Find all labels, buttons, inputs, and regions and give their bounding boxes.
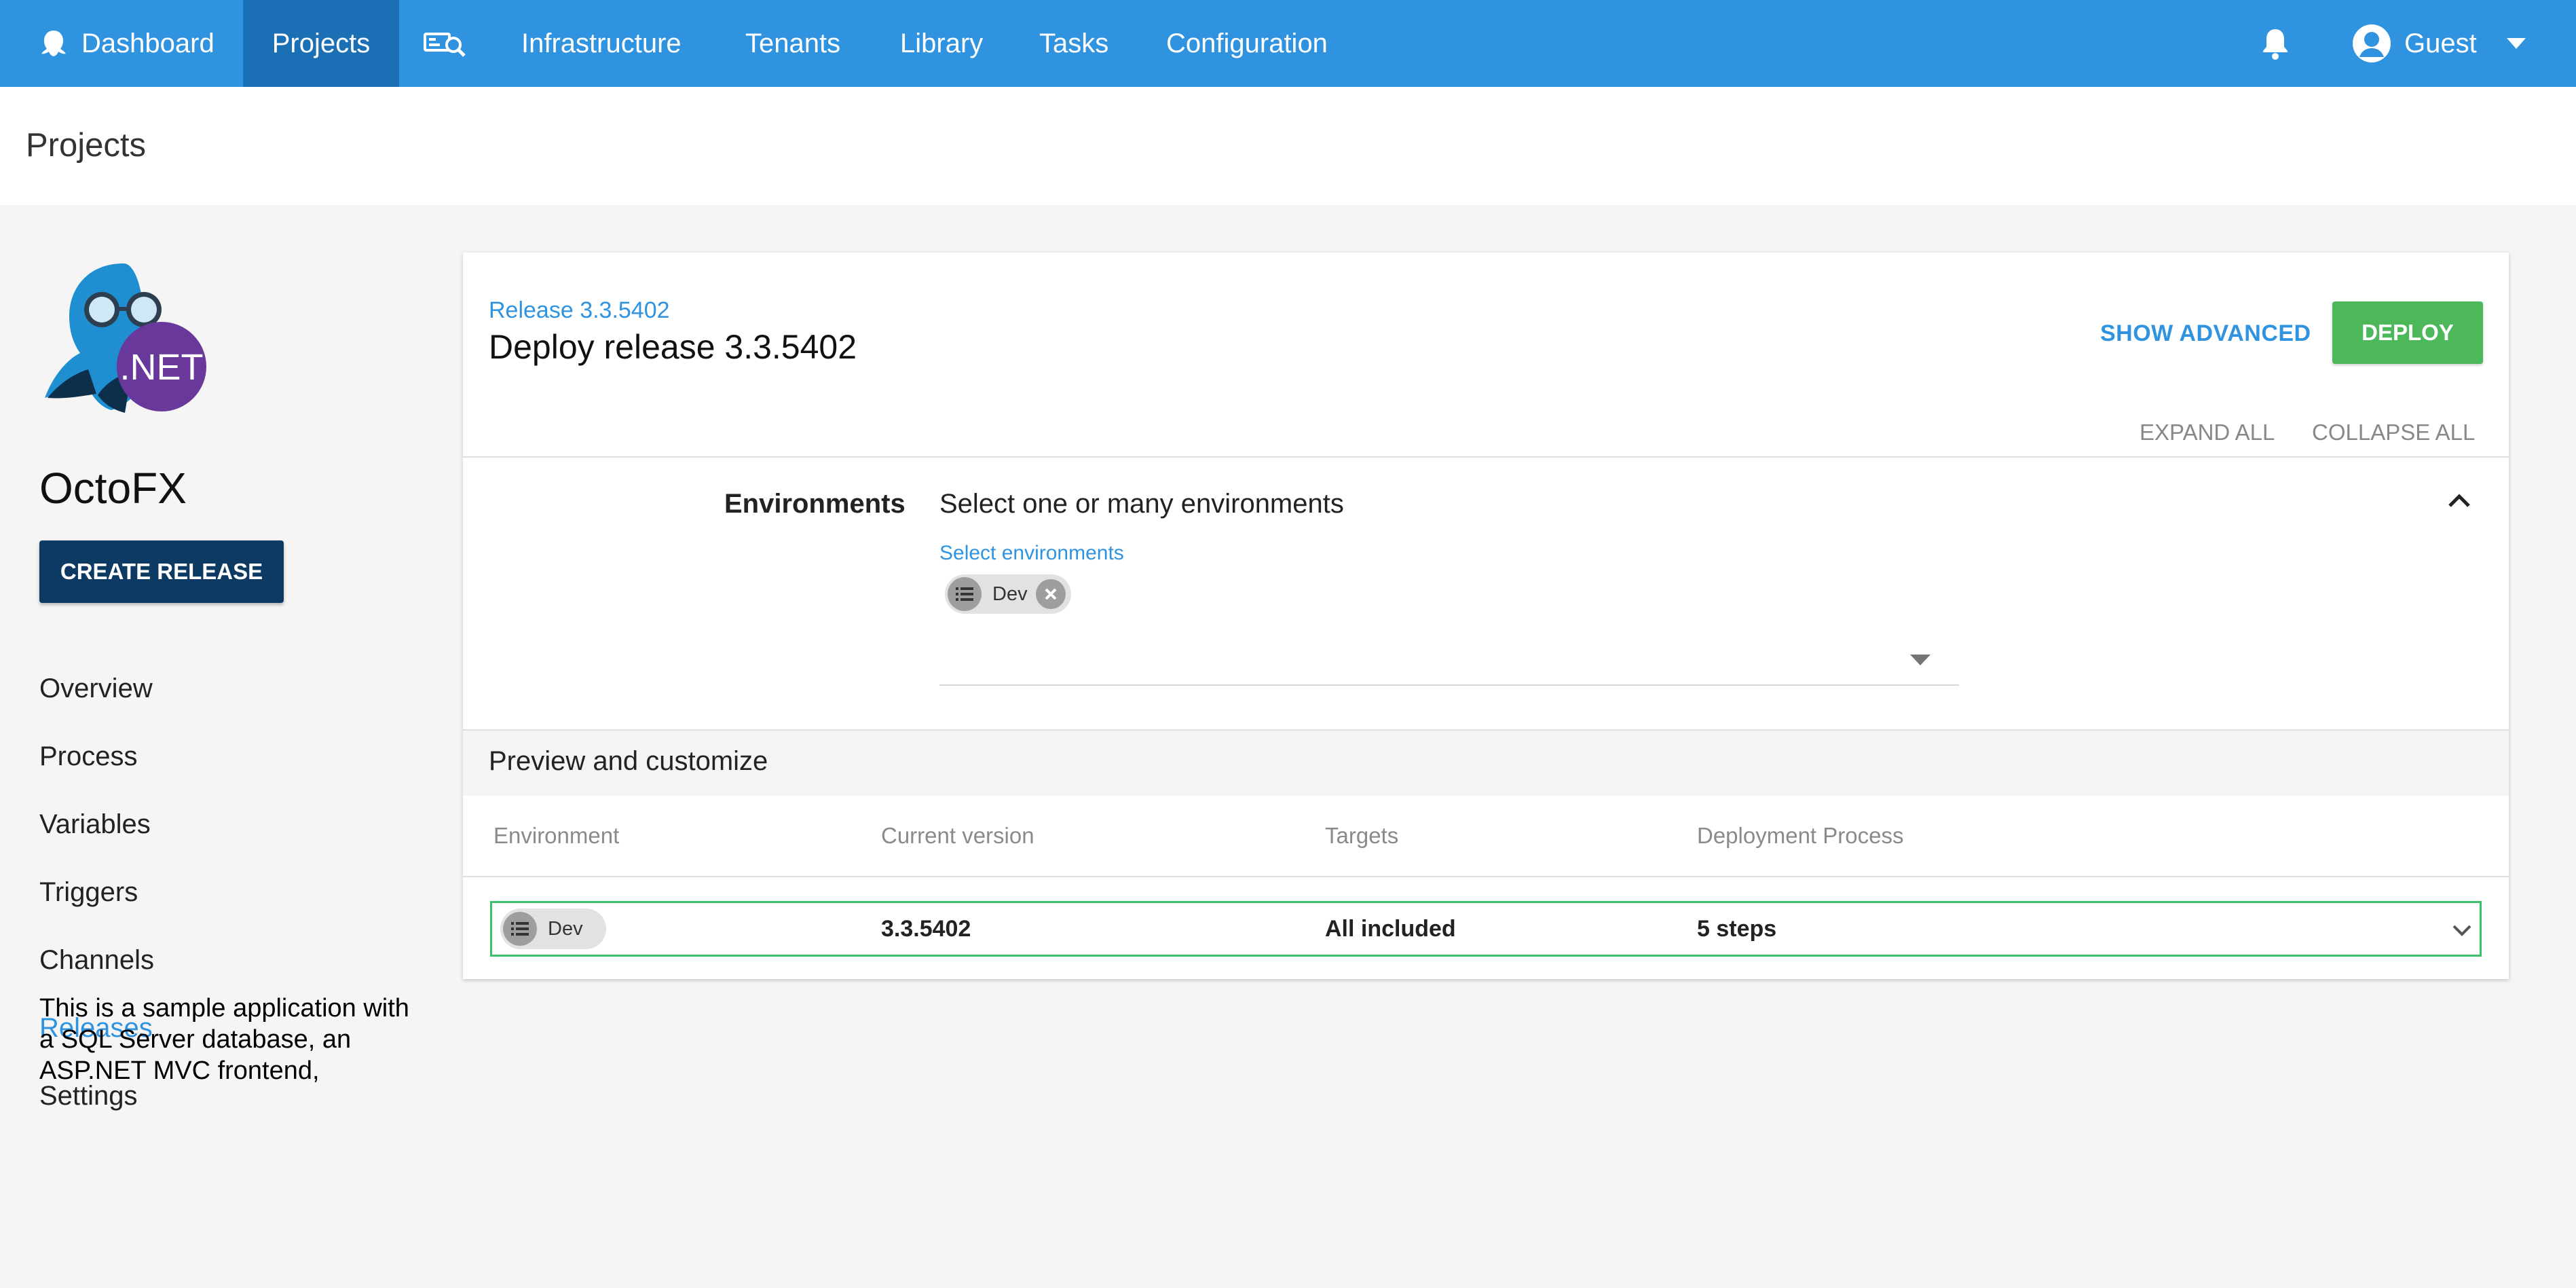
top-navigation: Dashboard Projects Infrastructure Tenant…	[0, 0, 2576, 87]
environment-icon	[948, 577, 982, 611]
environments-prompt: Select one or many environments	[939, 489, 1344, 519]
environment-chip-label: Dev	[992, 583, 1028, 605]
remove-chip-icon[interactable]	[1035, 579, 1066, 609]
row-targets: All included	[1325, 916, 1456, 942]
column-header-environment: Environment	[493, 823, 620, 848]
project-description: This is a sample application with a SQL …	[39, 994, 409, 1085]
nav-infrastructure-label: Infrastructure	[521, 28, 682, 58]
avatar	[2351, 23, 2392, 64]
show-advanced-button[interactable]: SHOW ADVANCED	[2100, 320, 2311, 347]
column-header-targets: Targets	[1325, 823, 1399, 848]
row-deployment-process: 5 steps	[1697, 916, 1777, 942]
octopus-icon	[38, 28, 69, 59]
nav-infrastructure[interactable]: Infrastructure	[521, 0, 682, 87]
user-menu[interactable]: Guest	[2351, 0, 2526, 87]
environment-chip-dev[interactable]: Dev	[945, 574, 1071, 614]
nav-projects[interactable]: Projects	[243, 0, 399, 87]
preview-section-header	[463, 729, 2509, 796]
nav-search[interactable]	[424, 0, 467, 87]
table-row[interactable]	[490, 901, 2482, 957]
nav-configuration[interactable]: Configuration	[1166, 0, 1328, 87]
page-header: Projects	[0, 87, 2576, 205]
expand-all-button[interactable]: EXPAND ALL	[2140, 420, 2275, 445]
search-icon	[424, 30, 467, 57]
user-name: Guest	[2404, 28, 2477, 58]
deploy-release-card: Release 3.3.5402 Deploy release 3.3.5402…	[463, 253, 2509, 979]
environments-select-input[interactable]	[939, 684, 1959, 686]
row-environment-label: Dev	[548, 917, 583, 940]
project-name: OctoFX	[39, 464, 187, 513]
preview-title: Preview and customize	[489, 746, 768, 776]
collapse-all-button[interactable]: COLLAPSE ALL	[2312, 420, 2475, 445]
sidebar-item-variables[interactable]: Variables	[39, 809, 151, 840]
chevron-up-icon[interactable]	[2448, 493, 2471, 511]
dropdown-arrow-icon[interactable]	[1910, 655, 1930, 669]
nav-library[interactable]: Library	[900, 0, 983, 87]
sidebar-item-process[interactable]: Process	[39, 741, 138, 772]
logo-dotnet-text: .NET	[119, 347, 204, 388]
notifications-button[interactable]	[2260, 0, 2290, 87]
nav-tenants-label: Tenants	[745, 28, 841, 58]
create-release-button[interactable]: CREATE RELEASE	[39, 540, 284, 603]
sidebar-item-channels[interactable]: Channels	[39, 945, 154, 976]
nav-projects-label: Projects	[272, 28, 371, 58]
bell-icon	[2260, 26, 2290, 60]
sidebar-item-overview[interactable]: Overview	[39, 674, 153, 704]
divider	[463, 876, 2509, 877]
nav-tenants[interactable]: Tenants	[745, 0, 840, 87]
environments-label: Environments	[724, 489, 906, 519]
chevron-down-icon[interactable]	[2452, 923, 2472, 940]
divider	[463, 456, 2509, 458]
nav-dashboard[interactable]: Dashboard	[38, 0, 214, 87]
deploy-button[interactable]: DEPLOY	[2332, 301, 2483, 364]
row-environment-chip: Dev	[500, 908, 606, 949]
select-environments-label: Select environments	[939, 542, 1124, 564]
nav-tasks[interactable]: Tasks	[1039, 0, 1108, 87]
release-link[interactable]: Release 3.3.5402	[489, 297, 670, 324]
project-sidebar: .NET OctoFX CREATE RELEASE Overview Proc…	[0, 205, 434, 1288]
nav-library-label: Library	[900, 28, 984, 58]
nav-configuration-label: Configuration	[1166, 28, 1328, 58]
column-header-deployment-process: Deployment Process	[1697, 823, 1904, 848]
environment-icon	[503, 912, 537, 946]
nav-tasks-label: Tasks	[1039, 28, 1109, 58]
sidebar-item-triggers[interactable]: Triggers	[39, 877, 138, 908]
nav-dashboard-label: Dashboard	[81, 28, 214, 58]
page-title: Projects	[26, 127, 147, 164]
row-current-version: 3.3.5402	[881, 916, 971, 942]
column-header-current-version: Current version	[881, 823, 1034, 848]
deploy-title: Deploy release 3.3.5402	[489, 328, 857, 366]
project-logo: .NET	[43, 259, 213, 422]
caret-down-icon	[2506, 38, 2526, 49]
